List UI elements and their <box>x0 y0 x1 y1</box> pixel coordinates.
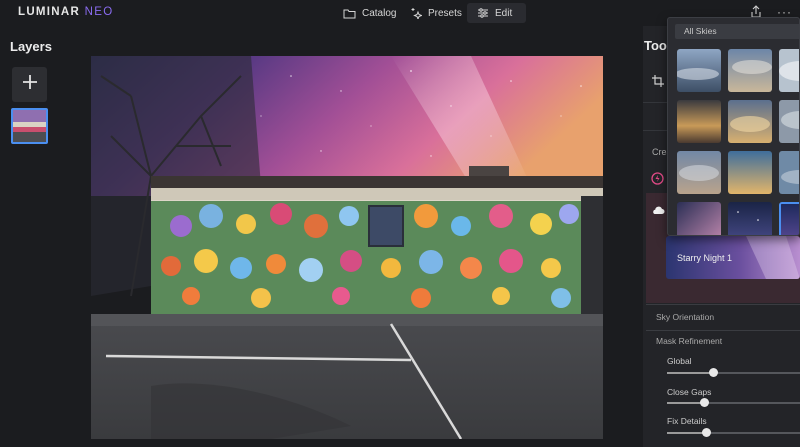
nav-presets[interactable]: Presets <box>399 3 472 23</box>
sky-thumbnail[interactable] <box>677 49 721 92</box>
logo-main: LUMINAR <box>18 6 81 18</box>
mask-refinement-section[interactable]: Mask Refinement <box>656 336 722 346</box>
nav-edit-label: Edit <box>495 7 513 19</box>
slider-global-fill <box>667 372 713 374</box>
photo-canvas[interactable] <box>91 56 603 439</box>
sky-thumbnail[interactable] <box>677 100 721 143</box>
sky-thumbnail[interactable] <box>779 151 799 194</box>
slider-label-close-gaps: Close Gaps <box>667 387 712 397</box>
slider-global[interactable] <box>667 368 800 377</box>
sky-thumbnail[interactable] <box>779 100 799 143</box>
sky-library-dropdown: All Skies <box>667 17 800 236</box>
divider <box>646 330 800 331</box>
divider <box>646 304 800 305</box>
sky-thumbnail[interactable] <box>728 151 772 194</box>
sliders-icon <box>477 8 489 18</box>
nav-presets-label: Presets <box>428 7 462 19</box>
add-layer-button[interactable] <box>12 67 47 102</box>
nav-catalog[interactable]: Catalog <box>333 3 406 23</box>
layers-title: Layers <box>10 39 52 54</box>
slider-fix-details-knob[interactable] <box>702 428 711 437</box>
sparkle-icon <box>409 7 422 19</box>
app-logo: LUMINAR NEO <box>18 6 113 18</box>
slider-fix-details[interactable] <box>667 428 800 437</box>
slider-label-fix-details: Fix Details <box>667 416 707 426</box>
sky-orientation-section[interactable]: Sky Orientation <box>656 312 714 322</box>
plus-icon <box>22 74 38 95</box>
ai-sky-icon[interactable] <box>651 172 664 190</box>
sky-category-filter[interactable]: All Skies <box>675 24 799 39</box>
cloud-icon[interactable] <box>651 202 665 220</box>
slider-close-gaps-fill <box>667 402 704 404</box>
slider-close-gaps-knob[interactable] <box>700 398 709 407</box>
sky-thumbnail[interactable] <box>728 100 772 143</box>
logo-accent: NEO <box>84 6 114 18</box>
slider-fix-details-fill <box>667 432 706 434</box>
sky-preview-name: Starry Night 1 <box>677 253 733 263</box>
sky-thumbnail[interactable] <box>779 49 799 92</box>
layer-thumbnail[interactable] <box>11 108 48 144</box>
slider-label-global: Global <box>667 356 692 366</box>
slider-close-gaps[interactable] <box>667 398 800 407</box>
nav-edit[interactable]: Edit <box>467 3 526 23</box>
crop-icon[interactable] <box>652 74 664 92</box>
sky-thumbnail[interactable] <box>677 202 721 235</box>
slider-global-knob[interactable] <box>709 368 718 377</box>
folder-icon <box>343 8 356 19</box>
nav-catalog-label: Catalog <box>362 7 397 19</box>
sky-thumbnail[interactable] <box>728 49 772 92</box>
tools-title: Too <box>644 38 667 53</box>
sky-thumbnail-selected[interactable] <box>779 202 799 235</box>
sky-thumbnail[interactable] <box>677 151 721 194</box>
sky-thumbnail[interactable] <box>728 202 772 235</box>
